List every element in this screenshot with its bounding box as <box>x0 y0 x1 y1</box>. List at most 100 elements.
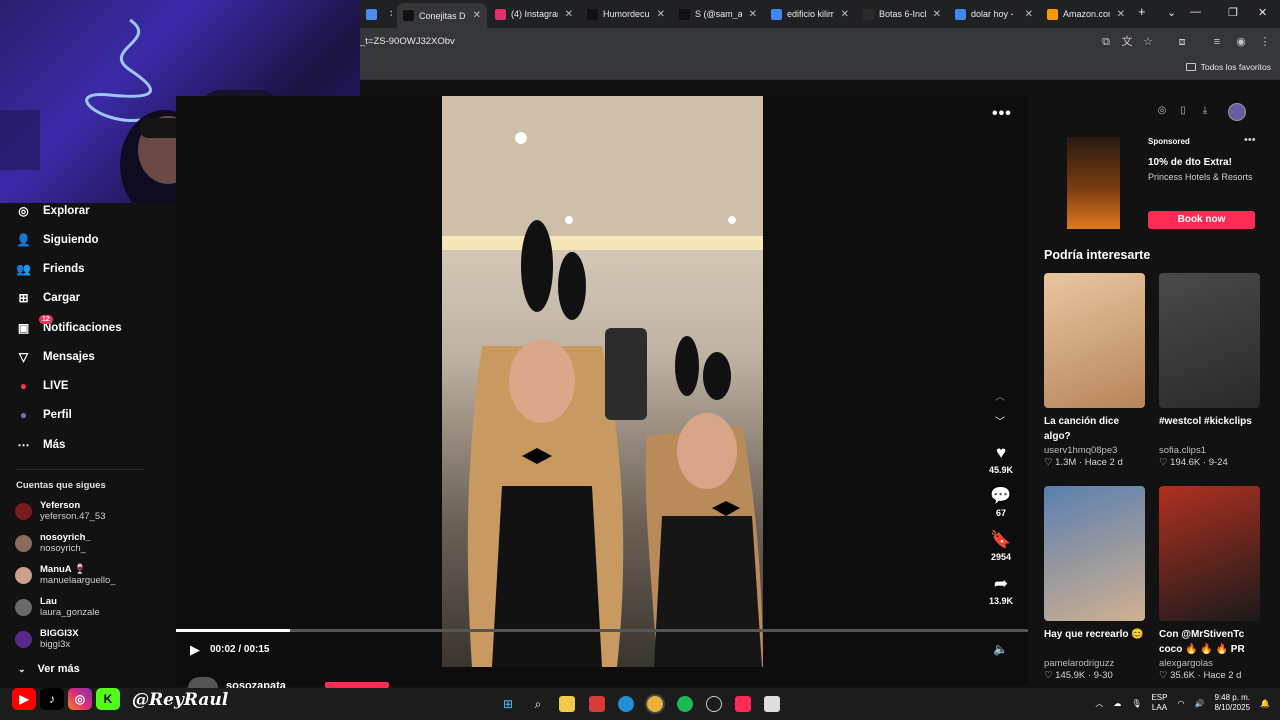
browser-tab[interactable]: Botas 6-Inch ✕ <box>857 4 947 24</box>
browser-tab[interactable]: (4) Instagram ✕ <box>489 4 579 24</box>
device-icon[interactable]: ▯ <box>1176 105 1190 119</box>
sidebar-item-live[interactable]: ● LIVE <box>16 378 69 393</box>
followed-account[interactable]: BIGGI3X biggi3x <box>15 628 79 650</box>
sidebar-item-inbox[interactable]: ▣ 12 Notificaciones <box>16 315 122 335</box>
close-tab-icon[interactable]: ✕ <box>1025 9 1033 20</box>
browser-tab[interactable]: edificio kilim ✕ <box>765 4 855 24</box>
followed-account[interactable]: Yeferson yeferson.47_53 <box>15 500 106 522</box>
followed-account[interactable]: nosoyrich_ nosoyrich_ <box>15 532 91 554</box>
video-player[interactable] <box>442 96 763 667</box>
book-now-button[interactable]: Book now <box>1148 211 1255 229</box>
sidebar-item-friends[interactable]: 👥 Friends <box>16 261 85 276</box>
cloud-icon[interactable]: ☁ <box>1113 699 1121 708</box>
menu-icon[interactable]: ⋮ <box>1258 35 1272 49</box>
url-field[interactable]: _t=ZS-90OWJ32XObv <box>360 36 455 47</box>
obs-icon[interactable] <box>706 696 722 712</box>
comment-action[interactable]: 💬 67 <box>985 486 1017 518</box>
bookmark-icon[interactable]: 🔖 <box>985 530 1017 550</box>
followed-account[interactable]: Lau laura_gonzale <box>15 596 100 618</box>
screen-cast-icon[interactable]: ⧉ <box>1099 35 1113 49</box>
translate-icon[interactable]: 文 <box>1120 35 1134 49</box>
volume-icon[interactable]: 🔈 <box>993 642 1008 656</box>
close-tab-icon[interactable]: ✕ <box>933 9 941 20</box>
download-icon[interactable]: ⤓ <box>1198 105 1212 119</box>
see-more-link[interactable]: ⌄ Ver más <box>18 663 80 675</box>
chevron-up-icon[interactable]: ︿ <box>1095 698 1103 709</box>
sidebar-item-avatar[interactable]: ● Perfil <box>16 407 72 422</box>
profile-icon[interactable]: ◉ <box>1234 35 1248 49</box>
previous-video-icon[interactable]: ︿ <box>995 388 1005 403</box>
sidebar-item-send[interactable]: ▽ Mensajes <box>16 349 95 364</box>
suggestion-card[interactable]: La canción dice algo? userv1hmq08pe3 ♡ 1.3… <box>1044 273 1145 468</box>
spotify-icon[interactable] <box>677 696 693 712</box>
close-tab-icon[interactable]: ✕ <box>657 9 665 20</box>
video-thumbnail[interactable] <box>1044 486 1145 621</box>
card-user[interactable]: sofia.clips1 <box>1159 445 1260 456</box>
windows-start-icon[interactable]: ⊞ <box>500 696 516 712</box>
maximize-icon[interactable]: ❐ <box>1228 6 1238 19</box>
card-user[interactable]: userv1hmq08pe3 <box>1044 445 1145 456</box>
browser-tab[interactable]: S (@sam_a ✕ <box>673 4 763 24</box>
share-action[interactable]: ➦ 13.9K <box>985 574 1017 606</box>
close-tab-icon[interactable]: ✕ <box>389 9 392 20</box>
heart-icon[interactable]: ♥ <box>985 443 1017 463</box>
browser-tab[interactable]: Amazon.com ✕ <box>1041 4 1131 24</box>
video-thumbnail[interactable] <box>1044 273 1145 408</box>
file-explorer-icon[interactable] <box>559 696 575 712</box>
close-tab-icon[interactable]: ✕ <box>749 9 757 20</box>
more-options-icon[interactable]: ••• <box>992 105 1012 123</box>
followed-account[interactable]: ManuA 🍷 manuelaarguello_ <box>15 564 116 586</box>
comment-icon[interactable]: 💬 <box>985 486 1017 506</box>
close-tab-icon[interactable]: ✕ <box>1117 9 1125 20</box>
bookmark-action[interactable]: 🔖 2954 <box>985 530 1017 562</box>
clock[interactable]: 9:48 p. m. 8/10/2025 <box>1214 693 1250 713</box>
share-icon[interactable]: ➦ <box>985 574 1017 594</box>
media-icon[interactable]: ≡ <box>1210 35 1224 49</box>
suggestion-card[interactable]: Hay que recrearlo 😊 pamelarodriguzz ♡ 145.… <box>1044 486 1145 681</box>
suggestion-card[interactable]: #westcol #kickclips sofia.clips1 ♡ 194.6K … <box>1159 273 1260 468</box>
close-tab-icon[interactable]: ✕ <box>841 9 849 20</box>
sidebar-item-compass[interactable]: ◎ Explorar <box>16 203 89 218</box>
browser-tab[interactable]: ✕ <box>360 4 392 24</box>
ad-image[interactable] <box>1067 137 1120 229</box>
extensions-icon[interactable]: ⧈ <box>1175 35 1189 49</box>
wifi-icon[interactable]: ◠ <box>1177 699 1184 708</box>
media-app-icon[interactable] <box>589 696 605 712</box>
browser-tab[interactable]: Humordecu ✕ <box>581 4 671 24</box>
browser-tab[interactable]: dolar hoy - ✕ <box>949 4 1039 24</box>
chrome-icon[interactable] <box>647 696 663 712</box>
video-thumbnail[interactable] <box>1159 486 1260 621</box>
close-tab-icon[interactable]: ✕ <box>565 9 573 20</box>
coins-icon[interactable]: ◎ <box>1155 105 1169 119</box>
next-video-icon[interactable]: ﹀ <box>995 413 1005 428</box>
sidebar-item-person[interactable]: 👤 Siguiendo <box>16 232 99 247</box>
video-thumbnail[interactable] <box>1159 273 1260 408</box>
author-avatar[interactable] <box>188 677 218 688</box>
minimize-icon[interactable]: — <box>1190 6 1201 18</box>
ad-more-icon[interactable]: ••• <box>1244 134 1256 146</box>
speaker-icon[interactable]: 🔊 <box>1194 699 1204 708</box>
all-bookmarks-folder[interactable]: Todos los favoritos <box>1185 62 1271 72</box>
tab-search-icon[interactable]: ⌄ <box>1167 6 1176 19</box>
browser-tab[interactable]: Conejitas D ✕ <box>397 3 487 28</box>
star-icon[interactable]: ☆ <box>1141 35 1155 49</box>
language-indicator[interactable]: ESP LAA <box>1151 693 1167 713</box>
new-tab-button[interactable]: + <box>1138 4 1146 19</box>
notification-bell-icon[interactable]: 🔔 <box>1260 699 1270 708</box>
play-icon[interactable]: ▶ <box>190 642 200 658</box>
close-window-icon[interactable]: ✕ <box>1258 6 1267 19</box>
heart-action[interactable]: ♥ 45.9K <box>985 443 1017 475</box>
close-tab-icon[interactable]: ✕ <box>473 10 481 21</box>
sidebar-item-more[interactable]: ⋯ Más <box>16 437 66 452</box>
card-user[interactable]: alexgargolas <box>1159 658 1260 669</box>
notepad-icon[interactable] <box>764 696 780 712</box>
user-avatar[interactable] <box>1228 103 1246 121</box>
progress-track[interactable] <box>176 629 1028 632</box>
edge-icon[interactable] <box>618 696 634 712</box>
tiktok-app-icon[interactable] <box>735 696 751 712</box>
card-user[interactable]: pamelarodriguzz <box>1044 658 1145 669</box>
sidebar-item-upload[interactable]: ⊞ Cargar <box>16 290 80 305</box>
suggestion-card[interactable]: Con @MrStivenTc coco 🔥 🔥 🔥 PR alexgargola… <box>1159 486 1260 681</box>
mic-icon[interactable]: 🎙 <box>1131 699 1141 708</box>
search-icon[interactable]: ⌕ <box>530 696 546 712</box>
